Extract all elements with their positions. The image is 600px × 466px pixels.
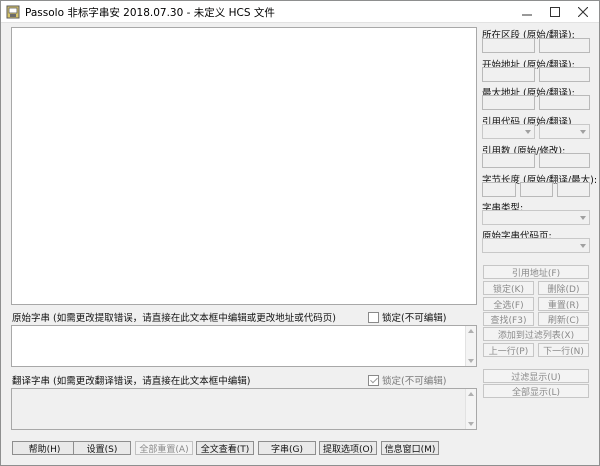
title-bar: Passolo 非标字串安 2018.07.30 - 未定义 HCS 文件 — [1, 1, 599, 23]
chevron-down-icon — [580, 130, 586, 134]
maximize-icon — [550, 7, 560, 17]
reset-button[interactable]: 重置(R) — [538, 297, 589, 311]
string-list-view[interactable] — [11, 27, 477, 305]
ref-code-translated-dropdown[interactable] — [539, 124, 590, 139]
ref-count-modified-field — [539, 153, 590, 168]
chevron-down-icon — [580, 244, 586, 248]
translation-string-label: 翻译字串 (如需更改翻译错误，请直接在此文本框中编辑) — [12, 376, 251, 387]
source-lock-checkbox[interactable]: 锁定(不可编辑) — [368, 310, 446, 324]
help-button[interactable]: 帮助(H) — [12, 441, 77, 455]
start-address-original-field — [482, 67, 535, 82]
filter-show-button[interactable]: 过滤显示(U) — [483, 369, 589, 383]
minimize-icon — [522, 14, 532, 16]
ref-count-original-field — [482, 153, 535, 168]
close-icon — [578, 7, 588, 17]
scroll-up-icon[interactable] — [468, 392, 474, 396]
translation-lock-check[interactable] — [368, 374, 379, 386]
settings-button[interactable]: 设置(S) — [73, 441, 131, 455]
find-button[interactable]: 查找(F3) — [483, 312, 534, 326]
strings-button[interactable]: 字串(G) — [258, 441, 316, 455]
minimize-button[interactable] — [513, 1, 541, 23]
scroll-up-icon[interactable] — [468, 329, 474, 333]
chevron-down-icon — [580, 216, 586, 220]
scroll-down-icon[interactable] — [468, 422, 474, 426]
maximize-button[interactable] — [541, 1, 569, 23]
source-string-label: 原始字串 (如需更改提取错误，请直接在此文本框中编辑或更改地址或代码页) — [12, 313, 336, 324]
translation-lock-checkbox[interactable]: 锁定(不可编辑) — [368, 373, 446, 387]
extract-options-button[interactable]: 提取选项(O) — [319, 441, 377, 455]
max-address-translated-field — [539, 95, 590, 110]
scroll-down-icon[interactable] — [468, 359, 474, 363]
show-all-button[interactable]: 全部显示(L) — [483, 384, 589, 398]
close-button[interactable] — [569, 1, 597, 23]
translation-lock-label: 锁定(不可编辑) — [382, 376, 447, 387]
window-title: Passolo 非标字串安 2018.07.30 - 未定义 HCS 文件 — [25, 7, 275, 19]
lock-button[interactable]: 锁定(K) — [483, 281, 534, 295]
translation-scrollbar[interactable] — [465, 389, 476, 429]
ref-address-button[interactable]: 引用地址(F) — [483, 265, 589, 279]
max-address-original-field — [482, 95, 535, 110]
byte-length-max-field — [557, 182, 590, 197]
source-lock-check[interactable] — [368, 311, 379, 323]
ref-code-original-dropdown[interactable] — [482, 124, 535, 139]
section-translated-field — [539, 38, 590, 53]
reset-all-button[interactable]: 全部重置(A) — [135, 441, 193, 455]
string-type-dropdown[interactable] — [482, 210, 590, 225]
source-scrollbar[interactable] — [465, 326, 476, 366]
info-window-button[interactable]: 信息窗口(M) — [381, 441, 439, 455]
add-to-filter-button[interactable]: 添加到过滤列表(X) — [483, 327, 589, 341]
source-lock-label: 锁定(不可编辑) — [382, 313, 447, 324]
full-text-view-button[interactable]: 全文查看(T) — [196, 441, 254, 455]
byte-length-original-field — [482, 182, 516, 197]
translation-string-editor[interactable] — [11, 388, 477, 430]
app-window: Passolo 非标字串安 2018.07.30 - 未定义 HCS 文件 原始… — [0, 0, 600, 466]
start-address-translated-field — [539, 67, 590, 82]
delete-button[interactable]: 删除(D) — [538, 281, 589, 295]
orig-codepage-dropdown[interactable] — [482, 238, 590, 253]
refresh-button[interactable]: 刷新(C) — [538, 312, 589, 326]
app-icon — [6, 5, 20, 19]
select-all-button[interactable]: 全选(F) — [483, 297, 534, 311]
byte-length-translated-field — [520, 182, 553, 197]
chevron-down-icon — [525, 130, 531, 134]
source-string-editor[interactable] — [11, 325, 477, 367]
next-row-button[interactable]: 下一行(N) — [538, 343, 589, 357]
prev-row-button[interactable]: 上一行(P) — [483, 343, 534, 357]
section-original-field — [482, 38, 535, 53]
